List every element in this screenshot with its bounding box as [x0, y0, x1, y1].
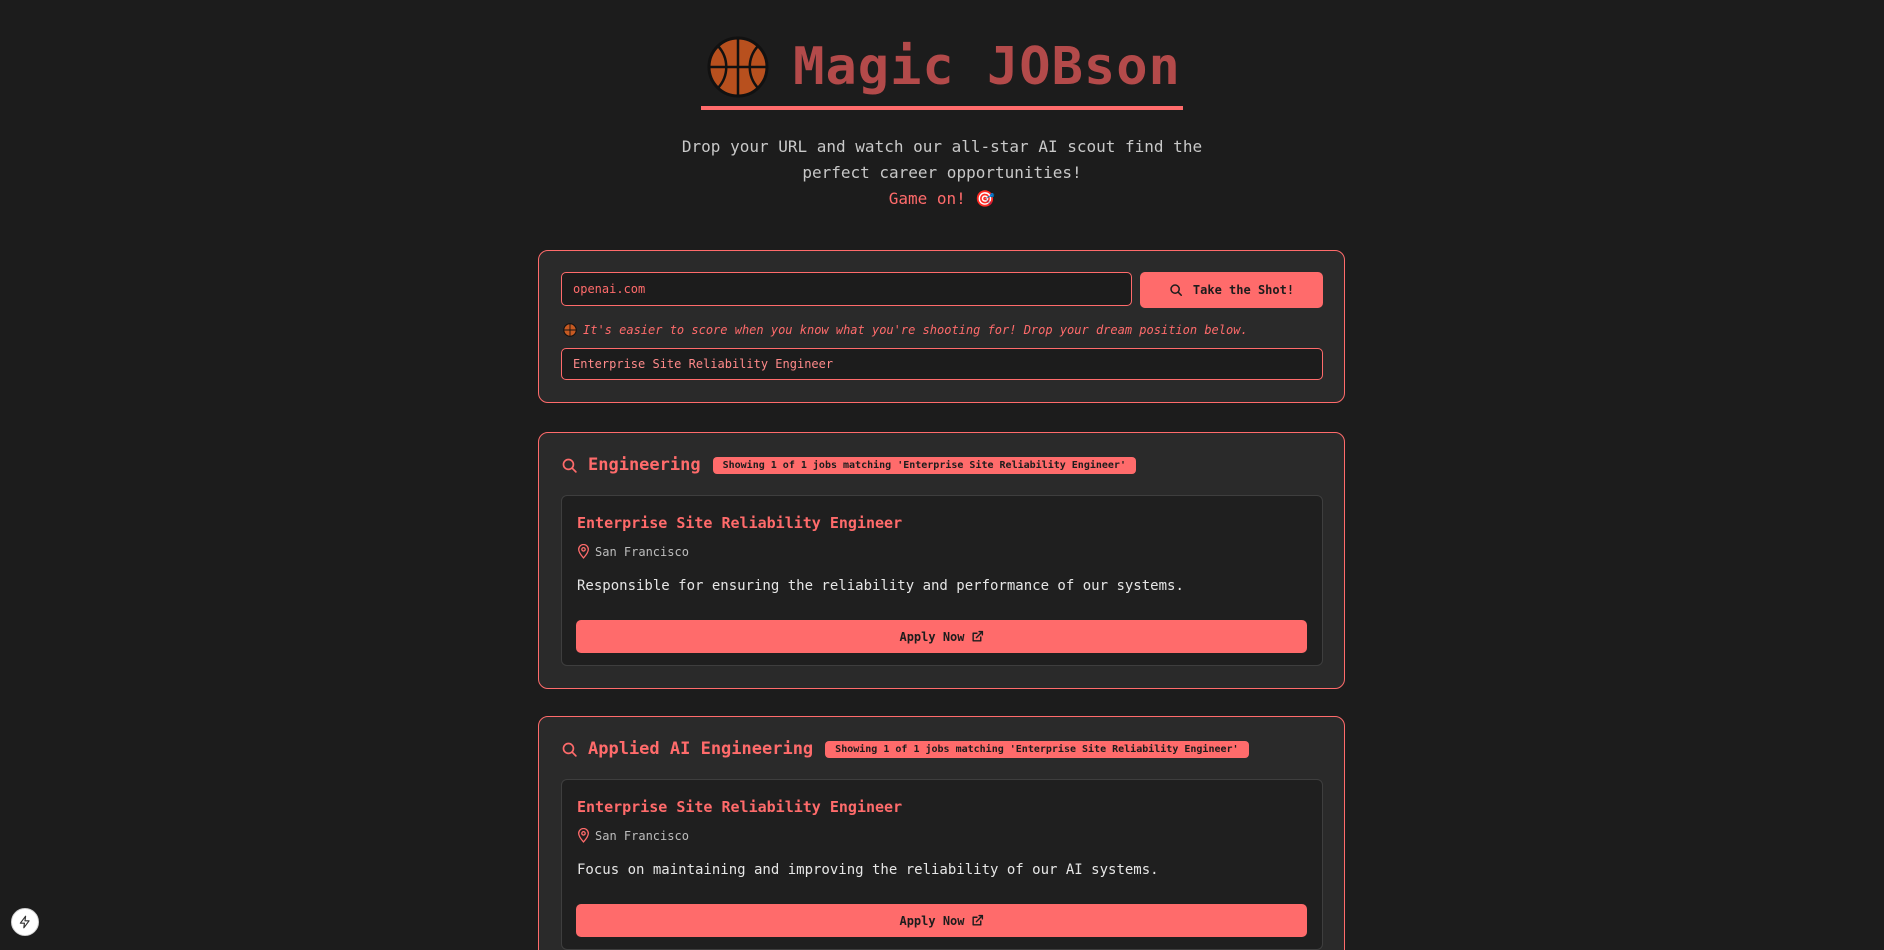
basketball-icon — [707, 36, 769, 98]
role-input[interactable] — [561, 348, 1323, 380]
job-description: Responsible for ensuring the reliability… — [577, 578, 1184, 594]
match-badge: Showing 1 of 1 jobs matching 'Enterprise… — [712, 456, 1136, 474]
job-card: Enterprise Site Reliability Engineer San… — [561, 495, 1323, 666]
role-hint: It's easier to score when you know what … — [563, 323, 1248, 337]
external-link-icon — [971, 914, 983, 926]
category-panel: Engineering Showing 1 of 1 jobs matching… — [538, 432, 1345, 689]
category-header: Engineering Showing 1 of 1 jobs matching… — [561, 455, 1136, 475]
category-panel: Applied AI Engineering Showing 1 of 1 jo… — [538, 716, 1345, 950]
apply-now-label: Apply Now — [899, 629, 965, 644]
url-input[interactable] — [561, 272, 1132, 306]
category-title: Applied AI Engineering — [588, 739, 814, 759]
job-card: Enterprise Site Reliability Engineer San… — [561, 779, 1323, 950]
hero: Magic JOBson Drop your URL and watch our… — [0, 36, 1884, 212]
app-title: Magic JOBson — [793, 37, 1181, 97]
lightning-icon — [19, 915, 30, 929]
page: Magic JOBson Drop your URL and watch our… — [0, 0, 1884, 950]
role-hint-text: It's easier to score when you know what … — [583, 323, 1248, 337]
apply-now-label: Apply Now — [899, 913, 965, 928]
map-pin-icon — [578, 544, 589, 559]
job-location-text: San Francisco — [595, 828, 689, 843]
job-location-text: San Francisco — [595, 544, 689, 559]
basketball-icon — [563, 323, 577, 337]
take-the-shot-label: Take the Shot! — [1192, 283, 1295, 297]
search-icon — [562, 458, 577, 473]
apply-now-button[interactable]: Apply Now — [576, 904, 1307, 937]
take-the-shot-button[interactable]: Take the Shot! — [1140, 272, 1323, 308]
search-icon — [562, 742, 577, 757]
tagline: Game on! 🎯 — [888, 189, 996, 208]
search-icon — [1170, 284, 1182, 297]
map-pin-icon — [578, 828, 589, 843]
dev-tools-button[interactable] — [11, 908, 39, 936]
job-title: Enterprise Site Reliability Engineer — [577, 798, 903, 816]
apply-now-button[interactable]: Apply Now — [576, 620, 1307, 653]
subtitle: Drop your URL and watch our all-star AI … — [681, 137, 1203, 182]
title-row: Magic JOBson — [701, 36, 1183, 110]
category-title: Engineering — [588, 455, 701, 475]
match-badge: Showing 1 of 1 jobs matching 'Enterprise… — [825, 740, 1249, 758]
job-location: San Francisco — [577, 828, 689, 843]
search-panel: Take the Shot! It's easier to score when… — [538, 250, 1345, 403]
category-header: Applied AI Engineering Showing 1 of 1 jo… — [561, 739, 1249, 759]
external-link-icon — [971, 630, 983, 642]
job-location: San Francisco — [577, 544, 689, 559]
job-description: Focus on maintaining and improving the r… — [577, 862, 1159, 878]
job-title: Enterprise Site Reliability Engineer — [577, 514, 903, 532]
